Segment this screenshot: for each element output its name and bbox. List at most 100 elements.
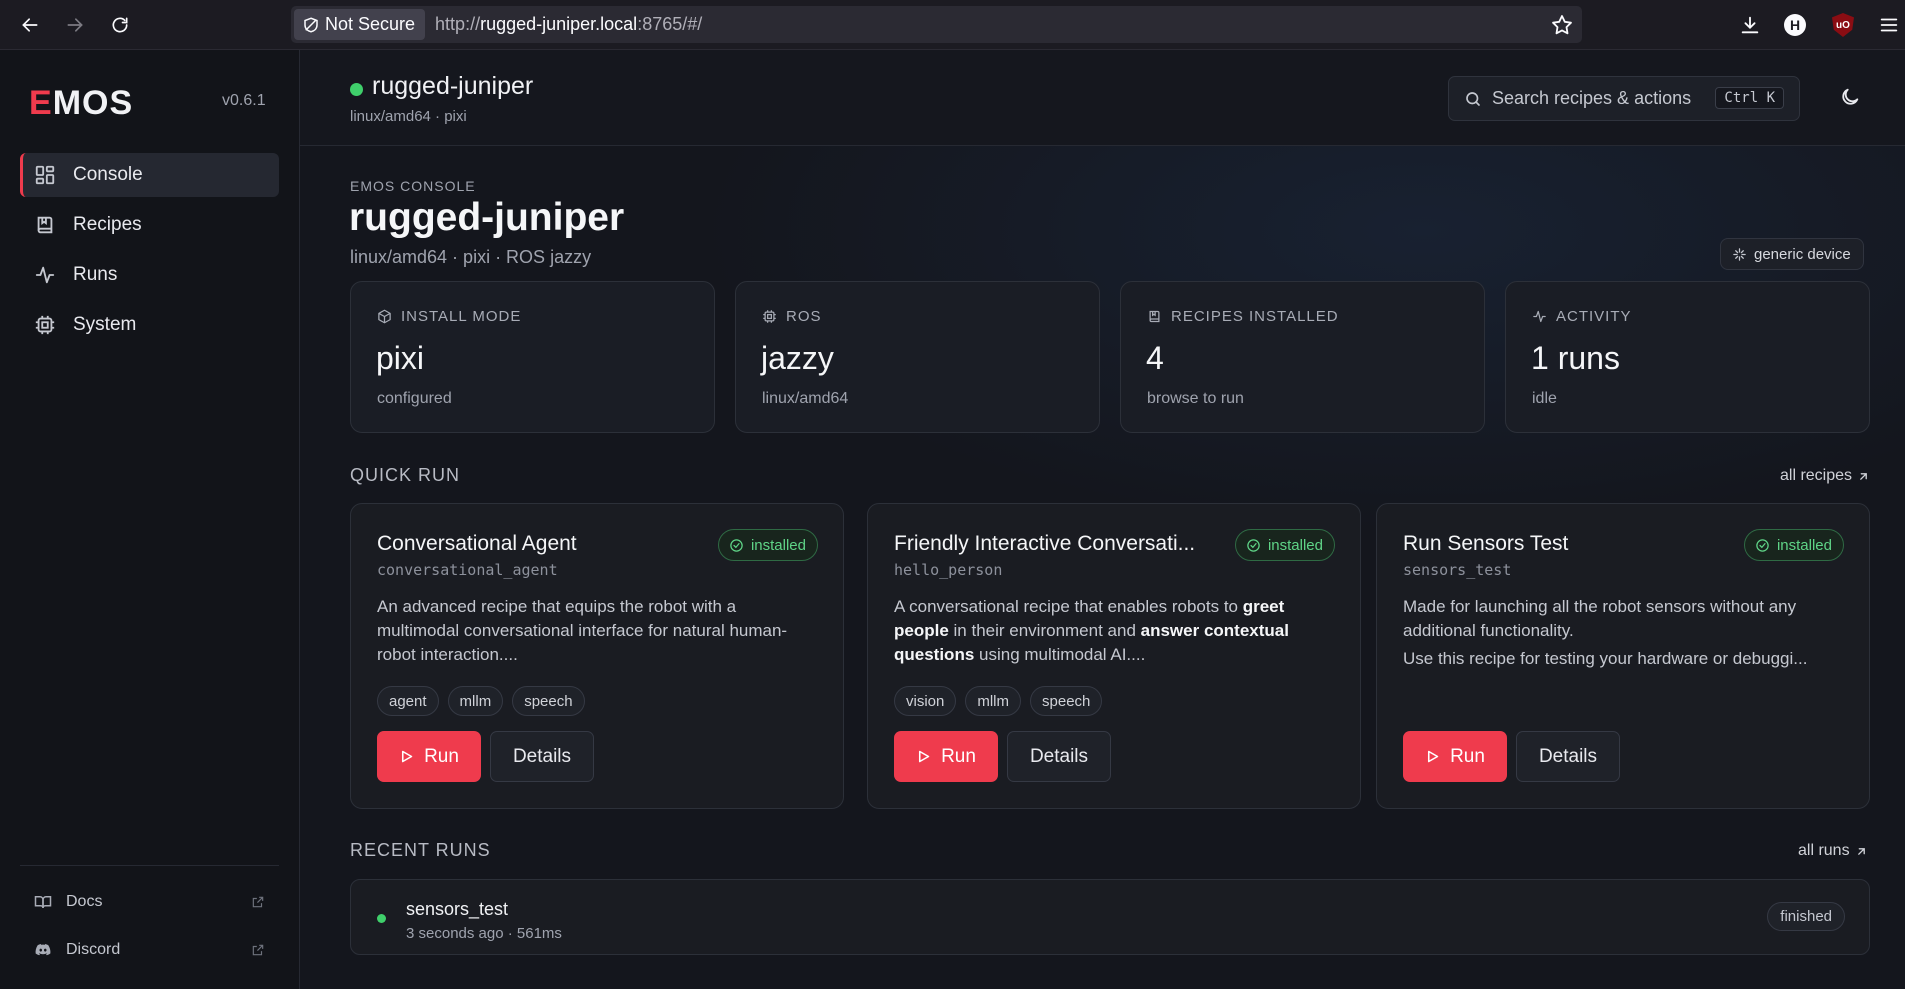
sidebar-item-label: Runs [73,264,118,285]
all-runs-label: all runs [1798,842,1850,859]
bookmark-star-icon[interactable] [1550,13,1574,37]
download-icon [1741,16,1759,34]
stat-label: RECIPES INSTALLED [1147,308,1339,325]
cpu-icon [35,315,55,335]
console-main: EMOS CONSOLE rugged-juniper linux/amd64 … [300,146,1905,989]
stat-label: INSTALL MODE [377,308,521,325]
stat-caption: idle [1532,390,1557,407]
device-name: rugged-juniper [372,72,534,100]
hamburger-menu-icon [1880,18,1898,32]
search-input[interactable]: Search recipes & actions Ctrl K [1448,76,1800,121]
section-eyebrow: EMOS CONSOLE [350,178,476,194]
installed-label: installed [750,536,806,554]
check-circle-icon [1247,538,1260,552]
sidebar-item-runs[interactable]: Runs [20,253,279,297]
arrow-up-right-icon [1857,847,1865,855]
stat-value: 4 [1146,340,1164,376]
sidebar-item-recipes[interactable]: Recipes [20,203,279,247]
stat-value: 1 runs [1531,340,1620,376]
run-label: Run [1450,745,1485,767]
page-subtitle: linux/amd64 · pixi · ROS jazzy [350,247,592,267]
recipe-tags: vision mllm speech [894,686,1103,716]
external-link-icon [252,944,264,956]
sidebar-item-system[interactable]: System [20,303,279,347]
stat-caption: browse to run [1147,390,1244,407]
run-label: Run [424,745,459,767]
stat-card-install-mode: INSTALL MODE pixi configured [350,281,715,433]
forward-button[interactable] [60,10,90,40]
recipe-title: Conversational Agent [377,532,577,555]
reload-button[interactable] [105,10,135,40]
url-bar[interactable]: Not Secure http://rugged-juniper.local:8… [291,6,1582,43]
downloads-button[interactable] [1737,12,1763,38]
desc-text: using multimodal AI.... [974,645,1146,664]
url-text[interactable]: http://rugged-juniper.local:8765/#/ [435,14,702,35]
recipe-slug: hello_person [894,561,1003,579]
browser-toolbar: Not Secure http://rugged-juniper.local:8… [0,0,1905,50]
details-button[interactable]: Details [490,731,594,782]
details-button[interactable]: Details [1007,731,1111,782]
stat-value: jazzy [761,340,834,376]
site-security-button[interactable]: Not Secure [294,9,426,40]
recent-runs-heading: RECENT RUNS [350,840,491,860]
all-recipes-label: all recipes [1780,467,1853,484]
sidebar-item-console[interactable]: Console [20,153,279,197]
emos-logo[interactable]: EMOS [29,84,133,123]
recipe-description: A conversational recipe that enables rob… [894,595,1338,667]
menu-button[interactable] [1876,12,1902,38]
online-status-dot [350,83,363,96]
sidebar: EMOS v0.6.1 Console Recipes Runs System … [0,50,300,989]
security-label: Not Secure [325,14,416,34]
tag: agent [377,686,439,716]
tag: mllm [447,686,504,716]
stat-caption: linux/amd64 [762,390,849,407]
version-label: v0.6.1 [222,92,266,109]
details-button[interactable]: Details [1516,731,1620,782]
run-status-badge: finished [1767,902,1845,931]
page-title: rugged-juniper [349,196,625,239]
recipe-card-conversational-agent: Conversational Agent conversational_agen… [350,503,844,809]
run-status-dot [377,914,386,923]
installed-badge: installed [1234,529,1335,561]
sidebar-link-discord[interactable]: Discord [20,935,265,965]
grid-icon [35,165,55,185]
search-icon [1466,91,1480,106]
ublock-extension-button[interactable]: uO [1830,12,1856,38]
discord-icon [35,944,51,956]
tag: speech [1030,686,1103,716]
run-button[interactable]: Run [377,731,481,782]
recipe-card-sensors-test: Run Sensors Test sensors_test installed … [1376,503,1870,809]
sidebar-nav: Console Recipes Runs System [20,153,279,353]
stat-label-text: INSTALL MODE [401,308,522,325]
sidebar-link-label: Discord [66,941,121,958]
desc-text: Made for launching all the robot sensors… [1403,597,1797,640]
book-icon [37,216,53,234]
run-meta: 3 seconds ago · 561ms [406,925,562,942]
run-button[interactable]: Run [1403,731,1507,782]
back-button[interactable] [15,10,45,40]
stat-label: ACTIVITY [1532,308,1632,325]
check-circle-icon [730,538,743,552]
tag: mllm [965,686,1022,716]
run-button[interactable]: Run [894,731,998,782]
play-icon [402,750,413,763]
recipe-card-hello-person: Friendly Interactive Conversati... hello… [867,503,1361,809]
search-placeholder: Search recipes & actions [1492,88,1692,108]
installed-badge: installed [717,529,818,561]
tag: speech [512,686,585,716]
run-row[interactable]: sensors_test 3 seconds ago · 561ms finis… [350,879,1870,955]
play-icon [919,750,930,763]
stat-card-recipes-installed: RECIPES INSTALLED 4 browse to run [1120,281,1485,433]
reload-icon [112,17,128,33]
profile-button[interactable]: H [1782,12,1808,38]
desc-text: Use this recipe for testing your hardwar… [1403,649,1808,668]
all-runs-link[interactable]: all runs [1798,842,1868,860]
recipe-title: Friendly Interactive Conversati... [894,532,1196,555]
sidebar-link-docs[interactable]: Docs [20,887,265,917]
check-circle-icon [1756,538,1769,552]
url-prefix: http:// [435,14,481,34]
moon-icon[interactable] [1839,86,1861,108]
activity-icon [35,266,55,284]
all-recipes-link[interactable]: all recipes [1780,467,1870,485]
sidebar-item-label: Console [73,164,143,185]
